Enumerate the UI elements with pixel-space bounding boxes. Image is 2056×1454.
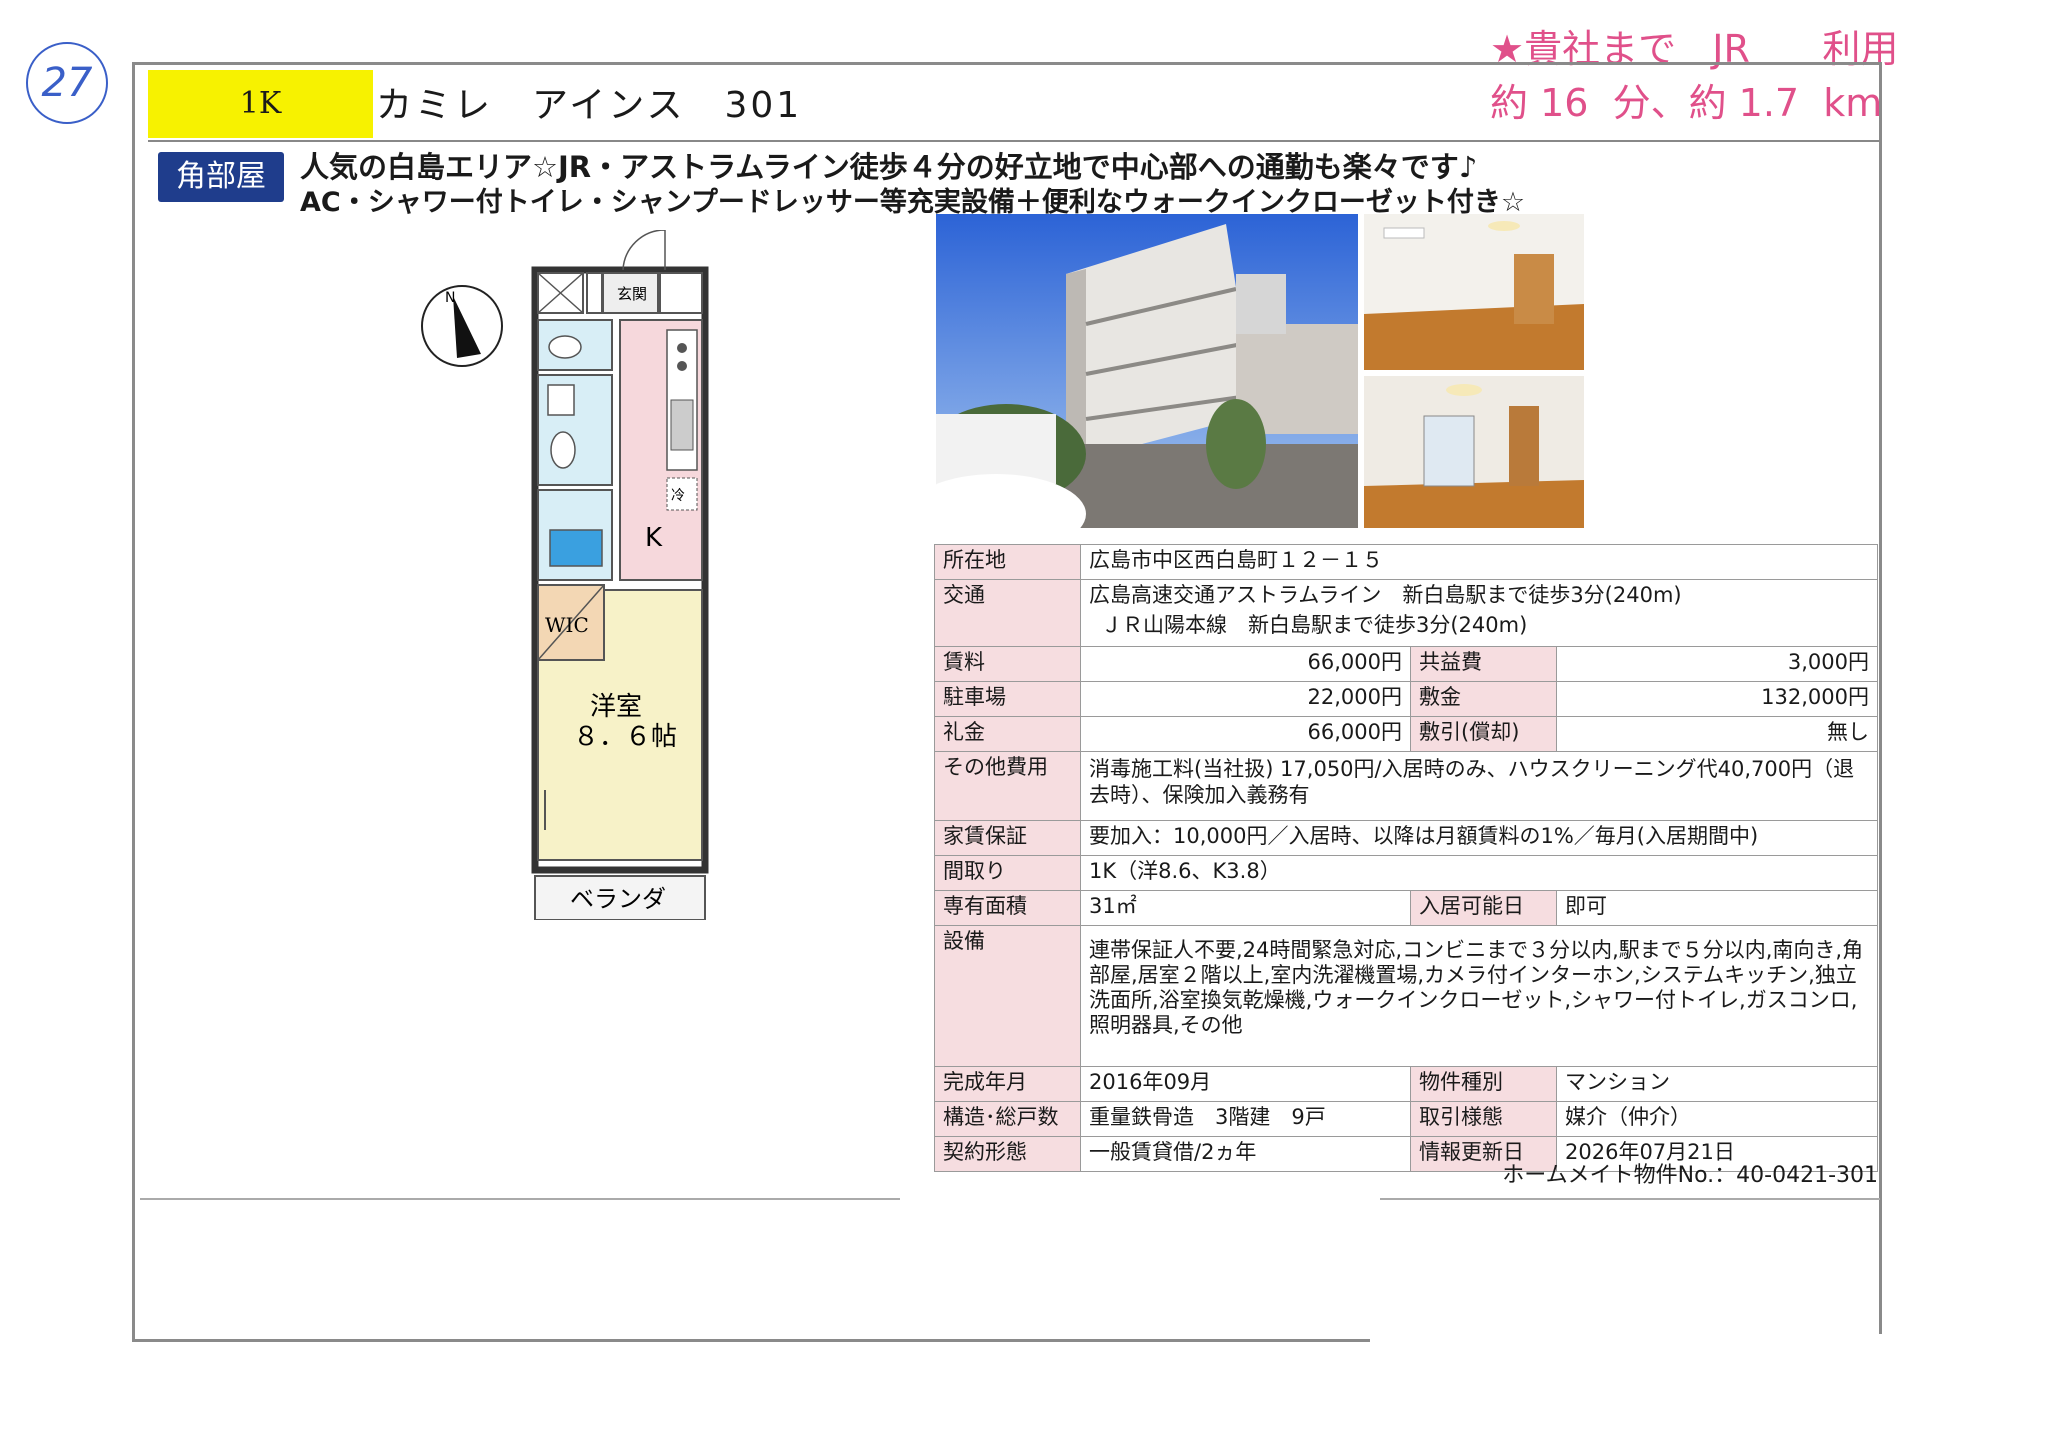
property-number: ホームメイト物件No.：40-0421-301 (1502, 1163, 1878, 1188)
spec-row-facilities: 設備 連帯保証人不要,24時間緊急対応,コンビニまで３分以内,駅まで５分以内,南… (934, 925, 1878, 1067)
address-value: 広島市中区西白島町１２－１５ (1080, 544, 1878, 580)
spec-row-rent: 賃料 66,000円 共益費 3,000円 (934, 646, 1878, 682)
guarantee-value: 要加入：10,000円／入居時、以降は月額賃料の1%／毎月(入居期間中) (1080, 820, 1878, 856)
common-fee-value: 3,000円 (1556, 646, 1878, 682)
facilities-label: 設備 (934, 925, 1081, 1067)
structure-value: 重量鉄骨造 3階建 9戸 (1080, 1101, 1411, 1137)
parking-value: 22,000円 (1080, 681, 1411, 717)
spec-row-transport: 交通 広島高速交通アストラムライン 新白島駅まで徒歩3分(240m) ＪＲ山陽本… (934, 579, 1878, 647)
balcony-label: ベランダ (570, 885, 666, 913)
floor-plan: N 玄関 冷 K WIC WIC 洋室 ８．６帖 ベランダ (421, 230, 709, 920)
guarantee-label: 家賃保証 (934, 820, 1081, 856)
spec-row-other-fees: その他費用 消毒施工料(当社扱) 17,050円/入居時のみ、ハウスクリーニング… (934, 751, 1878, 821)
sheet-number-circle: 27 (26, 42, 108, 124)
type-value: マンション (1556, 1066, 1878, 1102)
move-in-label: 入居可能日 (1410, 890, 1557, 926)
frame-gap (1370, 1334, 1890, 1348)
room-size-label: ８．６帖 (573, 722, 677, 752)
property-spec-table: 所在地 広島市中区西白島町１２－１５ 交通 広島高速交通アストラムライン 新白島… (934, 544, 1878, 1172)
spec-row-area: 専有面積 31㎡ 入居可能日 即可 (934, 890, 1878, 926)
wic-label-overlay: WIC (545, 613, 589, 637)
transaction-label: 取引様態 (1410, 1101, 1557, 1137)
area-value: 31㎡ (1080, 890, 1411, 926)
spec-row-key-money: 礼金 66,000円 敷引(償却) 無し (934, 716, 1878, 752)
deposit-label: 敷金 (1410, 681, 1557, 717)
floorplan-label: 間取り (934, 855, 1081, 891)
floorplan-value: 1K（洋8.6、K3.8） (1080, 855, 1878, 891)
built-value: 2016年09月 (1080, 1066, 1411, 1102)
structure-label: 構造･総戸数 (934, 1101, 1081, 1137)
footer-rule-left (140, 1198, 900, 1200)
entrance-label: 玄関 (617, 285, 647, 303)
spec-row-built: 完成年月 2016年09月 物件種別 マンション (934, 1066, 1878, 1102)
parking-label: 駐車場 (934, 681, 1081, 717)
deduction-value: 無し (1556, 716, 1878, 752)
compass-icon: N (421, 285, 503, 367)
property-title: カミレ アインス 301 (376, 85, 803, 126)
kitchen-label: K (645, 523, 663, 553)
footer-rule-right (1380, 1198, 1880, 1200)
contract-label: 契約形態 (934, 1136, 1081, 1172)
other-fees-label: その他費用 (934, 751, 1081, 821)
move-in-value: 即可 (1556, 890, 1878, 926)
rent-value: 66,000円 (1080, 646, 1411, 682)
spec-row-parking: 駐車場 22,000円 敷金 132,000円 (934, 681, 1878, 717)
key-money-value: 66,000円 (1080, 716, 1411, 752)
other-fees-value: 消毒施工料(当社扱) 17,050円/入居時のみ、ハウスクリーニング代40,70… (1080, 751, 1878, 821)
room-photo-2 (1364, 376, 1584, 528)
area-label: 専有面積 (934, 890, 1081, 926)
built-label: 完成年月 (934, 1066, 1081, 1102)
contract-value: 一般賃貸借/2ヵ年 (1080, 1136, 1411, 1172)
transaction-value: 媒介（仲介） (1556, 1101, 1878, 1137)
key-money-label: 礼金 (934, 716, 1081, 752)
title-rule (148, 140, 1880, 142)
corner-room-badge: 角部屋 (158, 152, 284, 202)
rent-label: 賃料 (934, 646, 1081, 682)
transport-value: 広島高速交通アストラムライン 新白島駅まで徒歩3分(240m) ＪＲ山陽本線 新… (1080, 579, 1878, 647)
transport-line1: 広島高速交通アストラムライン 新白島駅まで徒歩3分(240m) (1089, 583, 1682, 607)
deduction-label: 敷引(償却) (1410, 716, 1557, 752)
transport-line2: ＪＲ山陽本線 新白島駅まで徒歩3分(240m) (1101, 613, 1528, 637)
room-name-label: 洋室 (590, 692, 642, 722)
spec-row-floorplan: 間取り 1K（洋8.6、K3.8） (934, 855, 1878, 891)
spec-row-guarantee: 家賃保証 要加入：10,000円／入居時、以降は月額賃料の1%／毎月(入居期間中… (934, 820, 1878, 856)
common-fee-label: 共益費 (1410, 646, 1557, 682)
compass-north: N (445, 290, 455, 306)
room-photo-1 (1364, 214, 1584, 370)
building-photo (936, 214, 1358, 528)
address-label: 所在地 (934, 544, 1081, 580)
layout-label: 1K (148, 70, 373, 138)
deposit-value: 132,000円 (1556, 681, 1878, 717)
fridge-label: 冷 (671, 488, 685, 504)
type-label: 物件種別 (1410, 1066, 1557, 1102)
catch-copy-line1: 人気の白島エリア☆JR・アストラムライン徒歩４分の好立地で中心部への通勤も楽々で… (300, 150, 1478, 184)
spec-row-structure: 構造･総戸数 重量鉄骨造 3階建 9戸 取引様態 媒介（仲介） (934, 1101, 1878, 1137)
spec-row-address: 所在地 広島市中区西白島町１２－１５ (934, 544, 1878, 580)
transport-label: 交通 (934, 579, 1081, 647)
facilities-value: 連帯保証人不要,24時間緊急対応,コンビニまで３分以内,駅まで５分以内,南向き,… (1080, 925, 1878, 1067)
